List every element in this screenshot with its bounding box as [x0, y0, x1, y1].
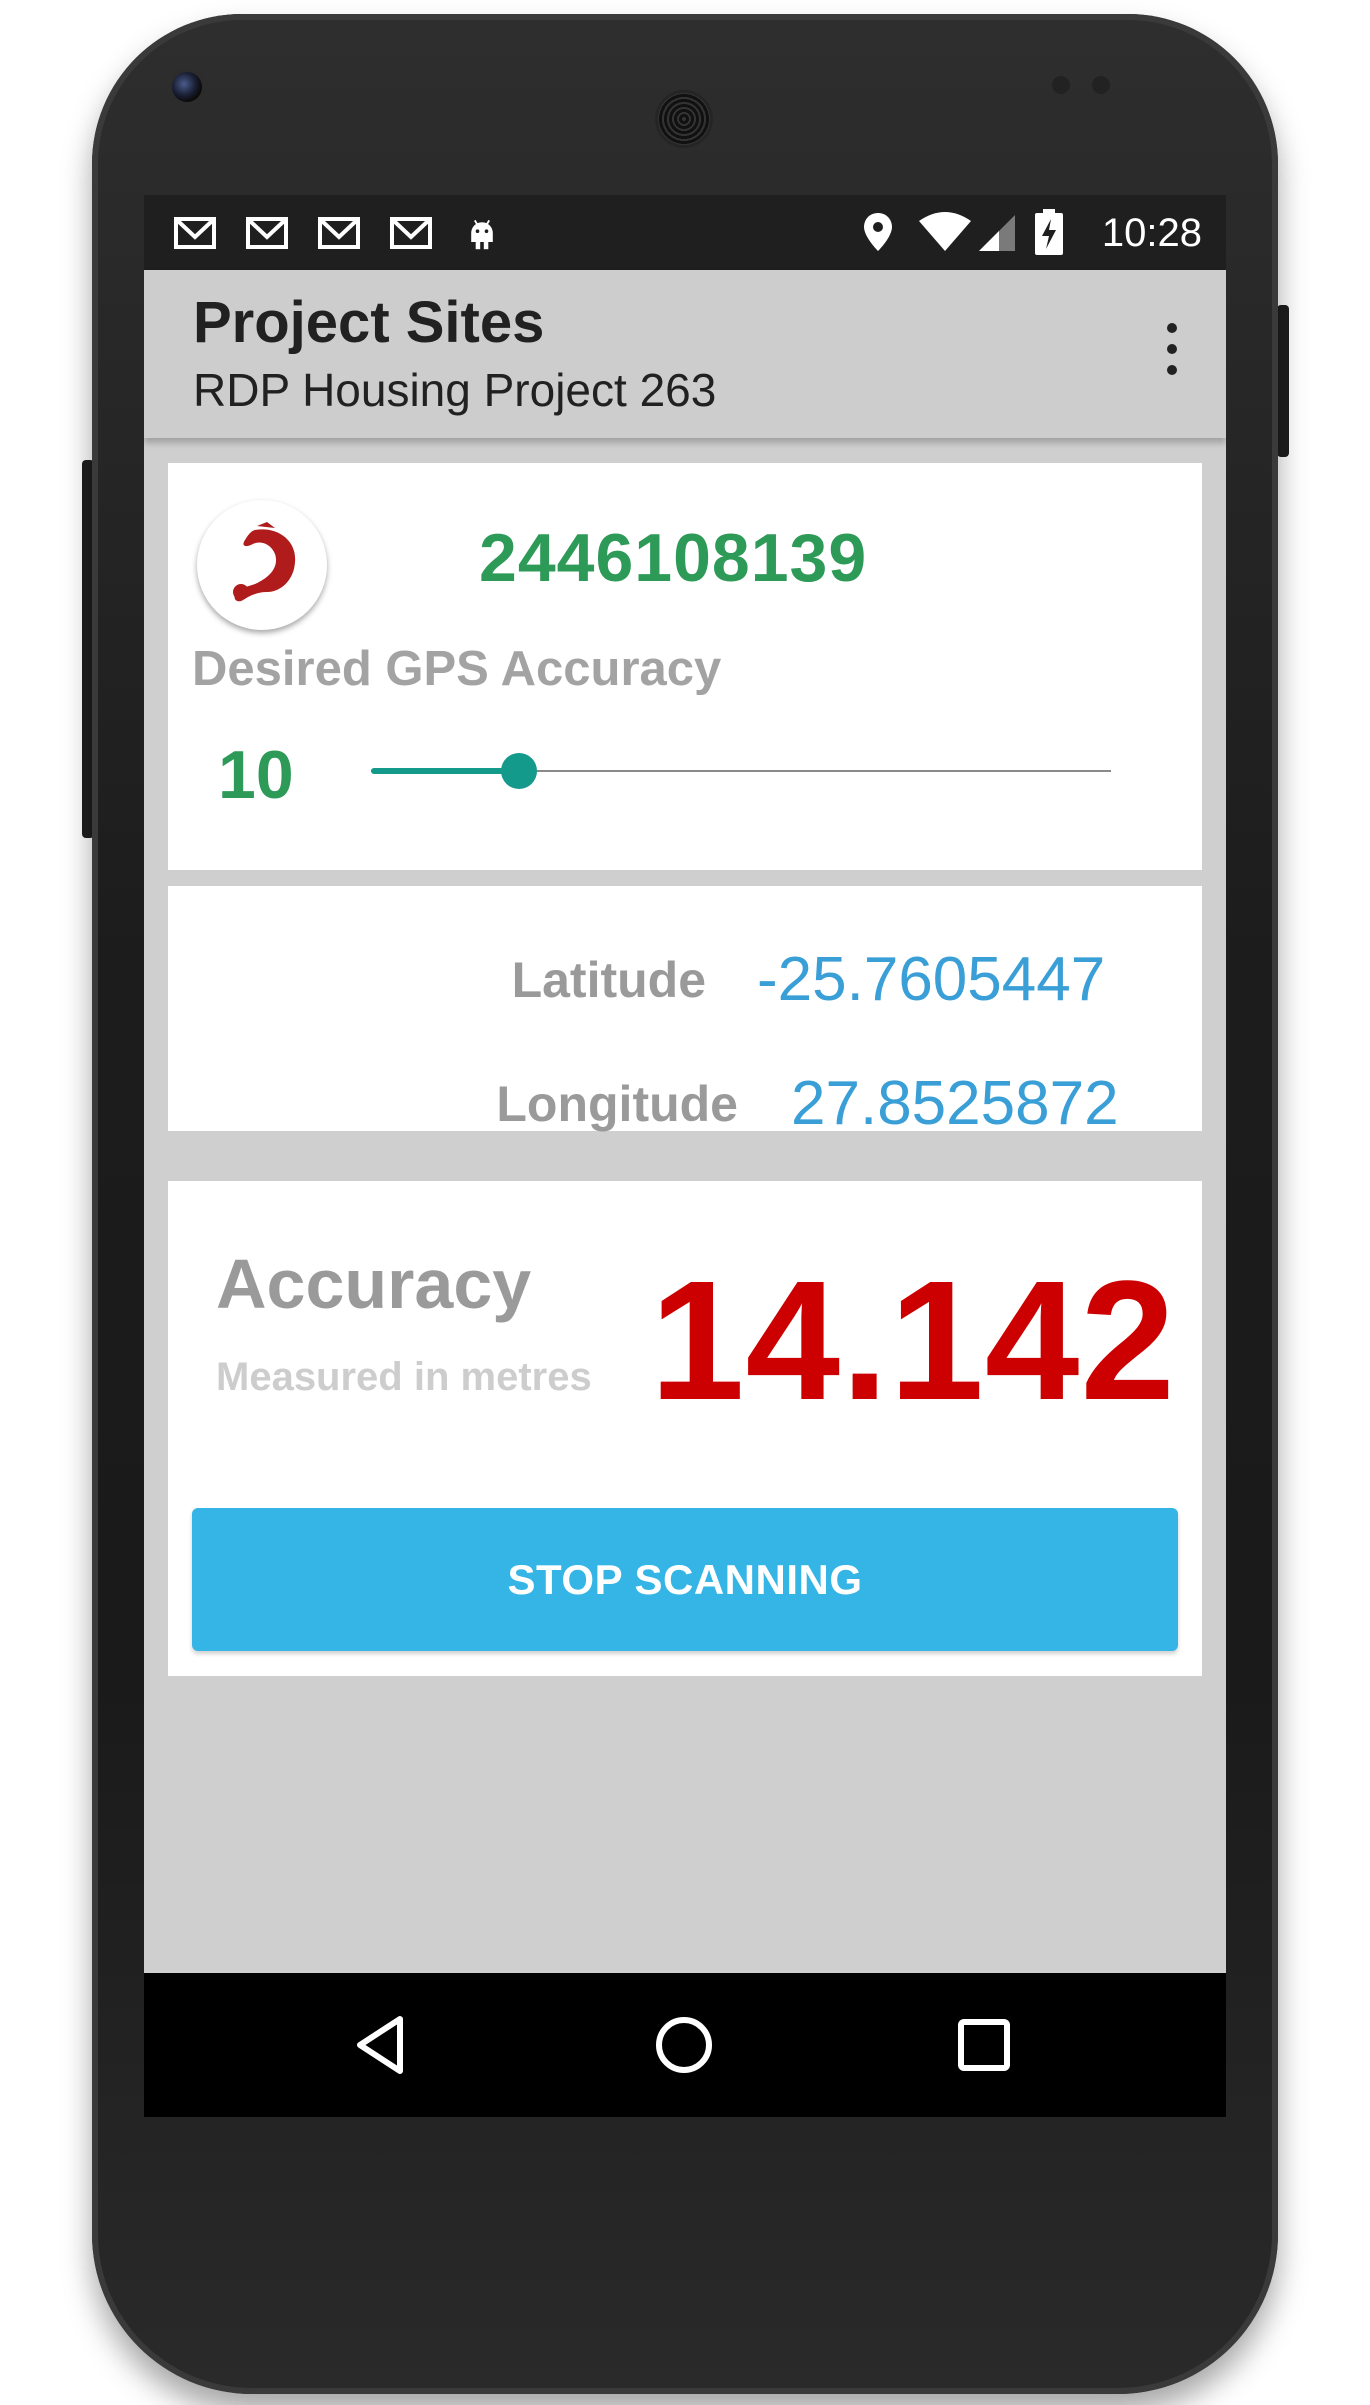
signal-icon [979, 215, 1015, 251]
status-time: 10:28 [1101, 211, 1202, 255]
accuracy-card: Accuracy Measured in metres 14.142 STOP … [168, 1181, 1202, 1676]
home-icon[interactable] [644, 2005, 724, 2085]
android-icon [471, 219, 493, 250]
location-icon [864, 213, 892, 251]
gmail-icon [174, 217, 216, 249]
longitude-value: 27.8525872 [791, 1069, 1119, 1138]
page-title: Project Sites [193, 290, 545, 355]
slider-fill [371, 768, 519, 774]
accuracy-value: 14.142 [650, 1246, 1176, 1436]
logo-icon [233, 522, 296, 602]
light-sensor [1092, 76, 1110, 94]
accuracy-slider[interactable] [371, 753, 1111, 789]
gmail-icon [318, 217, 360, 249]
site-logo [197, 500, 327, 630]
proximity-sensor [1052, 76, 1070, 94]
accuracy-unit-label: Measured in metres [216, 1355, 592, 1399]
coordinates-card: Latitude -25.7605447 Longitude 27.852587… [168, 886, 1202, 1138]
recents-icon[interactable] [944, 2005, 1024, 2085]
latitude-label: Latitude [511, 952, 706, 1008]
wifi-icon [919, 212, 971, 251]
site-card: 2446108139 Desired GPS Accuracy 10 [168, 463, 1202, 870]
accuracy-label: Accuracy [216, 1245, 532, 1323]
navigation-bar [144, 1973, 1226, 2117]
desired-accuracy-value: 10 [218, 737, 294, 813]
app-bar: Project Sites RDP Housing Project 263 [144, 270, 1226, 438]
page-subtitle: RDP Housing Project 263 [193, 364, 717, 416]
gmail-icon [390, 217, 432, 249]
battery-charging-icon [1035, 209, 1063, 255]
stop-scanning-button[interactable]: STOP SCANNING [192, 1508, 1178, 1651]
latitude-value: -25.7605447 [757, 945, 1106, 1014]
screen: 10:28 Project Sites RDP Housing Project … [144, 195, 1226, 2117]
front-camera [172, 72, 202, 102]
earpiece-speaker [658, 93, 710, 145]
longitude-label: Longitude [496, 1076, 738, 1132]
gmail-icon [246, 217, 288, 249]
overflow-menu-icon[interactable] [1162, 323, 1182, 383]
power-button [1277, 305, 1289, 457]
back-icon[interactable] [342, 2005, 422, 2085]
slider-thumb[interactable] [501, 753, 537, 789]
desired-accuracy-label: Desired GPS Accuracy [192, 642, 722, 696]
status-bar: 10:28 [144, 195, 1226, 270]
site-id: 2446108139 [479, 520, 868, 596]
